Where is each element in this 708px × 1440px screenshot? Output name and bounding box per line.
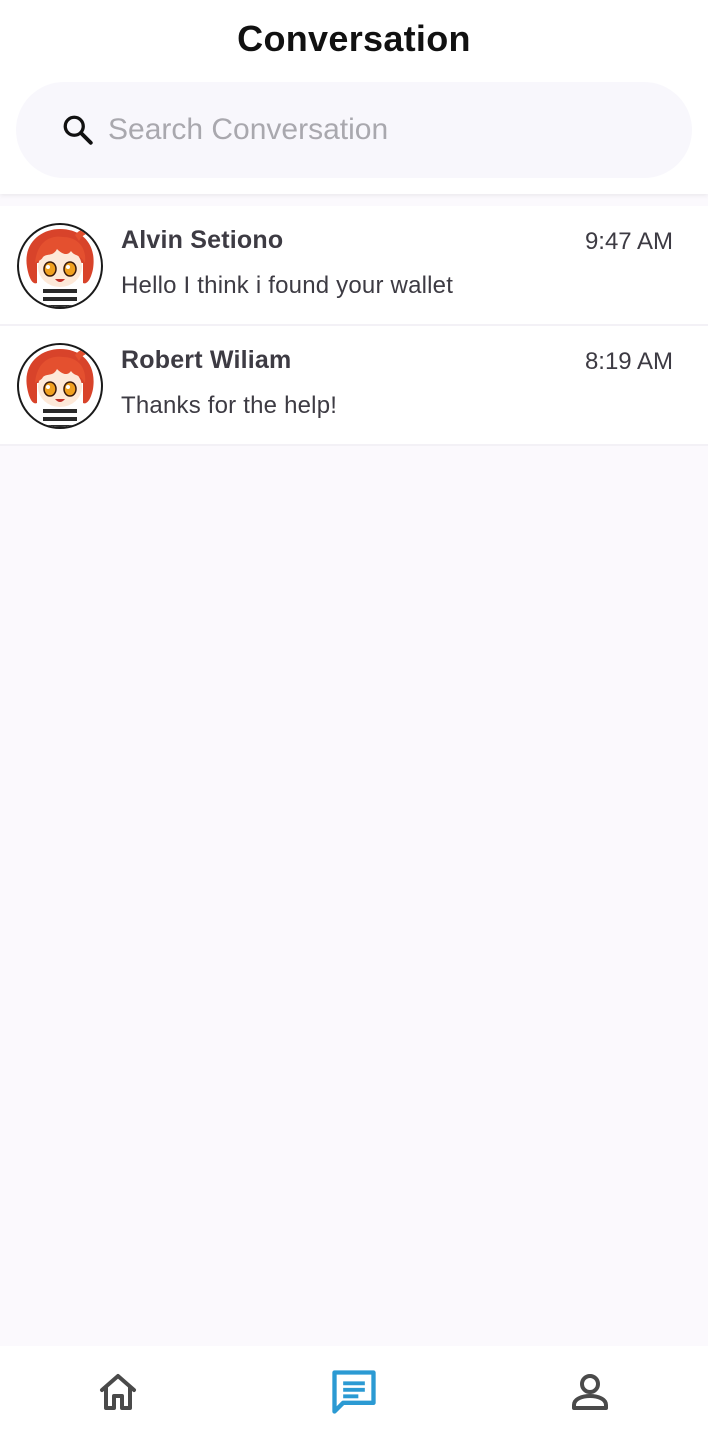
conversation-item[interactable]: Alvin Setiono 9:47 AM Hello I think i fo… bbox=[0, 206, 708, 326]
bottom-navigation bbox=[0, 1346, 708, 1440]
contact-name: Robert Wiliam bbox=[121, 346, 292, 374]
page-title: Conversation bbox=[237, 18, 471, 59]
message-preview: Thanks for the help! bbox=[121, 392, 338, 419]
search-bar[interactable] bbox=[16, 82, 692, 178]
search-icon bbox=[60, 112, 96, 148]
home-icon bbox=[94, 1368, 142, 1421]
chat-icon bbox=[328, 1366, 380, 1423]
nav-home-button[interactable] bbox=[90, 1366, 146, 1422]
message-time: 8:19 AM bbox=[584, 348, 673, 375]
person-icon bbox=[566, 1368, 614, 1421]
nav-profile-button[interactable] bbox=[562, 1366, 618, 1422]
message-preview: Hello I think i found your wallet bbox=[121, 272, 454, 299]
nav-chat-button[interactable] bbox=[326, 1366, 382, 1422]
avatar bbox=[17, 223, 103, 309]
search-input[interactable] bbox=[108, 106, 668, 154]
conversation-list: Alvin Setiono 9:47 AM Hello I think i fo… bbox=[0, 206, 708, 446]
message-time: 9:47 AM bbox=[584, 228, 673, 255]
app-header: Conversation bbox=[0, 0, 708, 194]
contact-name: Alvin Setiono bbox=[121, 226, 284, 254]
conversation-item[interactable]: Robert Wiliam 8:19 AM Thanks for the hel… bbox=[0, 326, 708, 446]
avatar bbox=[17, 343, 103, 429]
